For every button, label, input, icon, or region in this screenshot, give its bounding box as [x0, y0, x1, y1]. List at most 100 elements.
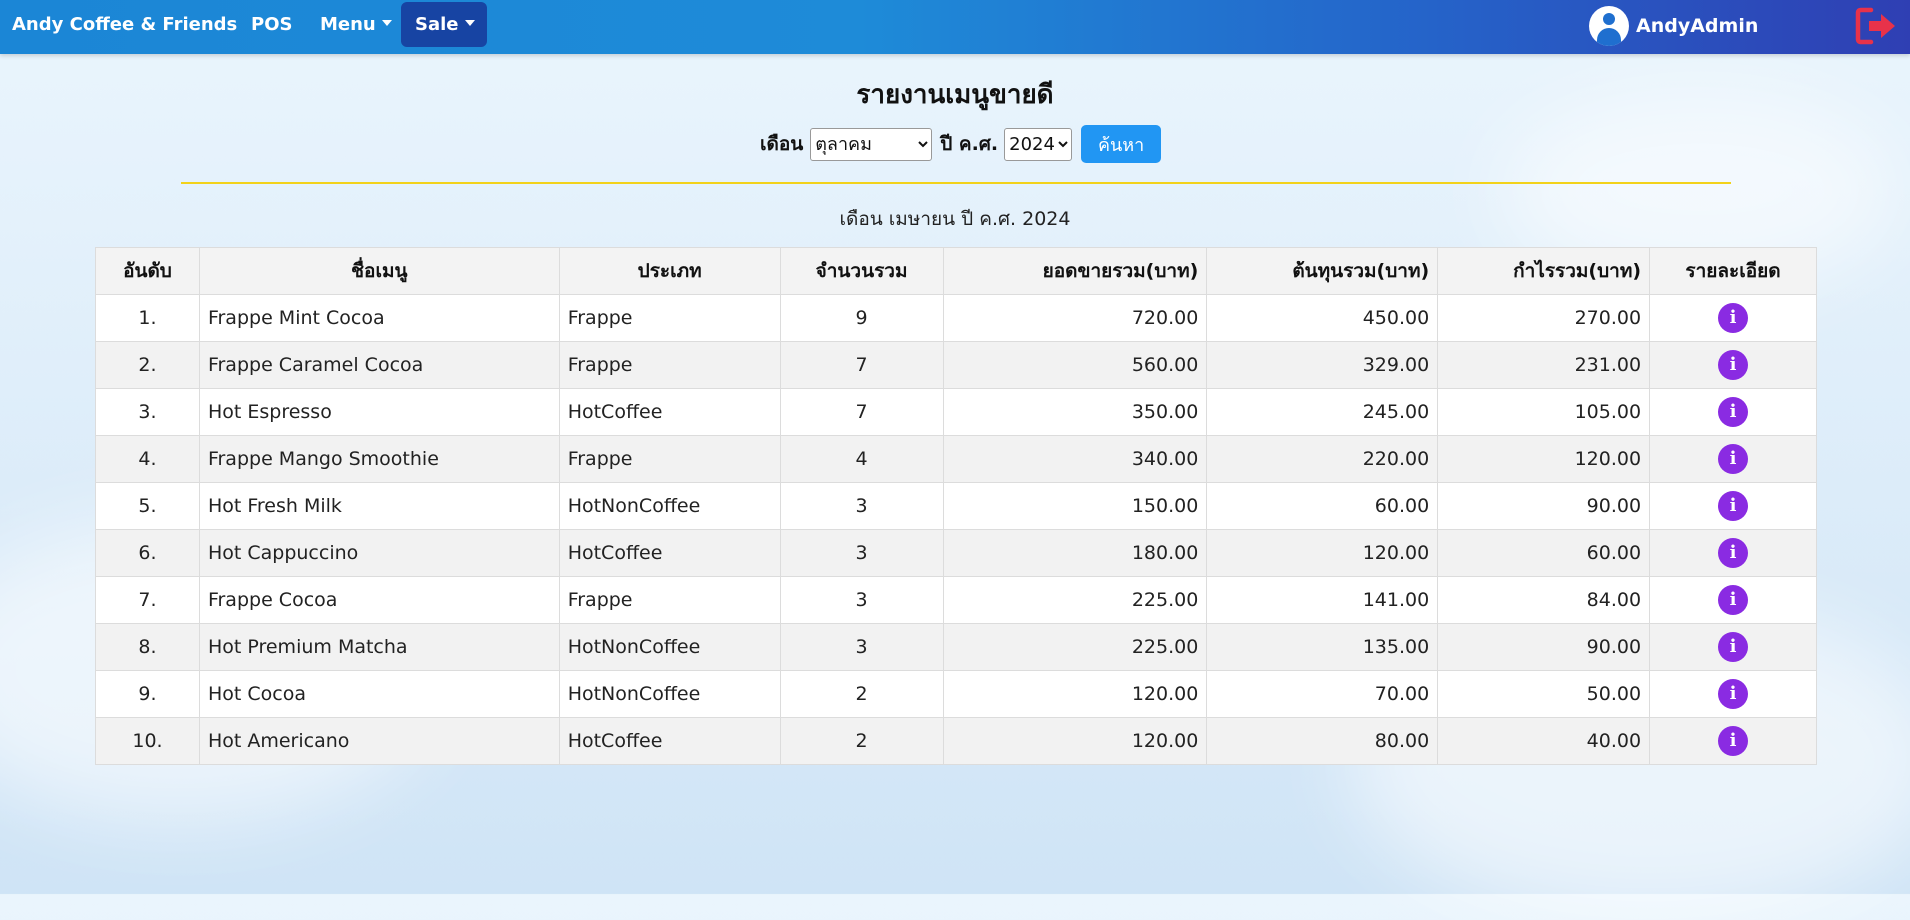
info-icon[interactable]: i	[1718, 303, 1749, 333]
year-label: ปี ค.ศ.	[940, 133, 999, 155]
info-icon[interactable]: i	[1718, 444, 1749, 474]
info-icon[interactable]: i	[1718, 585, 1749, 615]
info-icon[interactable]: i	[1718, 491, 1749, 521]
table-header-row: อันดับ ชื่อเมนู ประเภท จำนวนรวม ยอดขายรว…	[95, 247, 1817, 295]
cost-cell: 329.00	[1206, 341, 1439, 389]
top-navbar: Andy Coffee & Friends POS Menu Sale Andy…	[0, 0, 1910, 54]
sales-cell: 720.00	[942, 294, 1208, 342]
qty-cell: 3	[779, 482, 944, 530]
rank-cell: 5.	[95, 482, 200, 530]
col-cost-header: ต้นทุนรวม(บาท)	[1206, 247, 1439, 295]
logout-button[interactable]	[1855, 6, 1899, 46]
profit-cell: 90.00	[1437, 623, 1651, 671]
profit-cell: 105.00	[1437, 388, 1651, 436]
cost-cell: 141.00	[1206, 576, 1439, 624]
table-row: 9. Hot Cocoa HotNonCoffee 2 120.00 70.00 50.00…	[95, 670, 1817, 718]
menu-name-cell: Frappe Mint Cocoa	[198, 294, 560, 342]
detail-cell: i	[1649, 388, 1817, 436]
qty-cell: 3	[779, 623, 944, 671]
menu-name-cell: Frappe Cocoa	[198, 576, 560, 624]
nav-menu-dropdown[interactable]: Menu	[320, 0, 392, 54]
profit-cell: 40.00	[1437, 717, 1651, 765]
detail-cell: i	[1649, 294, 1817, 342]
qty-cell: 2	[779, 670, 944, 718]
qty-cell: 9	[779, 294, 944, 342]
qty-cell: 4	[779, 435, 944, 483]
qty-cell: 7	[779, 388, 944, 436]
month-select[interactable]: ตุลาคม	[810, 127, 933, 161]
username: AndyAdmin	[1636, 15, 1759, 37]
brand-link[interactable]: Andy Coffee & Friends	[12, 0, 237, 54]
menu-name-cell: Hot Espresso	[198, 388, 560, 436]
sales-cell: 560.00	[942, 341, 1208, 389]
cost-cell: 80.00	[1206, 717, 1439, 765]
table-row: 10. Hot Americano HotCoffee 2 120.00 80.00 40.…	[95, 717, 1817, 765]
info-icon[interactable]: i	[1718, 632, 1749, 662]
sales-cell: 180.00	[942, 529, 1208, 577]
caret-down-icon	[381, 20, 392, 26]
col-type-header: ประเภท	[558, 247, 781, 295]
page-title: รายงานเมนูขายดี	[856, 80, 1054, 110]
detail-cell: i	[1649, 717, 1817, 765]
type-cell: HotCoffee	[558, 529, 781, 577]
detail-cell: i	[1649, 623, 1817, 671]
menu-name-cell: Hot Fresh Milk	[198, 482, 560, 530]
menu-name-cell: Hot Cocoa	[198, 670, 560, 718]
sales-cell: 225.00	[942, 576, 1208, 624]
col-detail-header: รายละเอียด	[1649, 247, 1817, 295]
type-cell: HotNonCoffee	[558, 623, 781, 671]
info-icon[interactable]: i	[1718, 538, 1749, 568]
qty-cell: 3	[779, 576, 944, 624]
info-icon[interactable]: i	[1718, 726, 1749, 756]
col-qty-header: จำนวนรวม	[779, 247, 944, 295]
table-row: 3. Hot Espresso HotCoffee 7 350.00 245.00 105.…	[95, 388, 1817, 436]
nav-pos-link[interactable]: POS	[251, 0, 292, 54]
col-menu-header: ชื่อเมนู	[198, 247, 560, 295]
cost-cell: 245.00	[1206, 388, 1439, 436]
cost-cell: 70.00	[1206, 670, 1439, 718]
table-row: 8. Hot Premium Matcha HotNonCoffee 3 225.00 1…	[95, 623, 1817, 671]
type-cell: Frappe	[558, 576, 781, 624]
sales-cell: 340.00	[942, 435, 1208, 483]
col-rank-header: อันดับ	[95, 247, 200, 295]
rank-cell: 9.	[95, 670, 200, 718]
profit-cell: 90.00	[1437, 482, 1651, 530]
info-icon[interactable]: i	[1718, 350, 1749, 380]
col-profit-header: กำไรรวม(บาท)	[1437, 247, 1651, 295]
year-select[interactable]: 2024	[1004, 127, 1073, 161]
sales-cell: 225.00	[942, 623, 1208, 671]
table-row: 4. Frappe Mango Smoothie Frappe 4 340.00 220.…	[95, 435, 1817, 483]
rank-cell: 3.	[95, 388, 200, 436]
user-avatar-icon	[1589, 6, 1629, 46]
report-period: เดือน เมษายน ปี ค.ศ. 2024	[839, 208, 1071, 230]
nav-sale-dropdown[interactable]: Sale	[415, 0, 475, 54]
rank-cell: 6.	[95, 529, 200, 577]
profit-cell: 120.00	[1437, 435, 1651, 483]
detail-cell: i	[1649, 341, 1817, 389]
logout-icon	[1855, 7, 1895, 45]
rank-cell: 8.	[95, 623, 200, 671]
user-menu[interactable]: AndyAdmin	[1589, 6, 1758, 46]
profit-cell: 60.00	[1437, 529, 1651, 577]
month-label: เดือน	[760, 133, 804, 155]
info-icon[interactable]: i	[1718, 679, 1749, 709]
cost-cell: 220.00	[1206, 435, 1439, 483]
type-cell: HotCoffee	[558, 717, 781, 765]
sales-cell: 120.00	[942, 670, 1208, 718]
profit-cell: 84.00	[1437, 576, 1651, 624]
menu-name-cell: Hot Premium Matcha	[198, 623, 560, 671]
nav-sale-label: Sale	[415, 14, 459, 35]
cost-cell: 60.00	[1206, 482, 1439, 530]
type-cell: HotNonCoffee	[558, 482, 781, 530]
table-row: 5. Hot Fresh Milk HotNonCoffee 3 150.00 60.00…	[95, 482, 1817, 530]
col-sales-header: ยอดขายรวม(บาท)	[942, 247, 1208, 295]
detail-cell: i	[1649, 482, 1817, 530]
rank-cell: 10.	[95, 717, 200, 765]
profit-cell: 50.00	[1437, 670, 1651, 718]
search-button[interactable]: ค้นหา	[1081, 125, 1162, 163]
type-cell: Frappe	[558, 435, 781, 483]
type-cell: HotCoffee	[558, 388, 781, 436]
info-icon[interactable]: i	[1718, 397, 1749, 427]
rank-cell: 2.	[95, 341, 200, 389]
qty-cell: 7	[779, 341, 944, 389]
